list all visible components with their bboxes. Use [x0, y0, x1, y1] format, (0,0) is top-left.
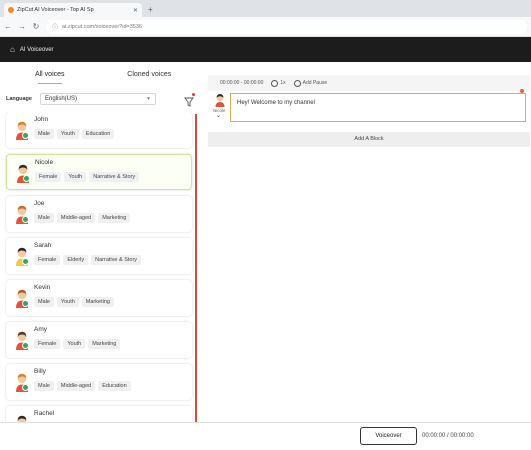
- voice-tag: Male: [34, 297, 54, 307]
- back-icon[interactable]: ←: [4, 22, 12, 31]
- chevron-down-icon[interactable]: ⌄: [216, 112, 221, 119]
- browser-tab[interactable]: ZipCut AI Voiceover - Top AI Sp ✕: [4, 3, 142, 17]
- home-icon[interactable]: ⌂: [10, 45, 15, 54]
- browser-toolbar: ← → ↻ ⓘ ai.zipcut.com/voiceover?id=3536: [0, 17, 531, 37]
- voice-tag: Narrative & Story: [89, 172, 140, 182]
- block-toolbar: 00:00:00 - 00:00:00 1x Add Pause: [208, 75, 530, 91]
- reload-icon[interactable]: ↻: [32, 22, 40, 31]
- voice-tag: Elderly: [63, 255, 89, 265]
- voice-name: Amy: [34, 326, 47, 333]
- browser-tabbar: ZipCut AI Voiceover - Top AI Sp ✕ +: [0, 0, 531, 17]
- voice-tag: Youth: [63, 339, 86, 349]
- voice-tag: Marketing: [81, 297, 114, 307]
- footer-bar: Voiceover 00:00:00 / 00:00:00: [0, 422, 531, 450]
- voice-card[interactable]: Sarah Female Elderly Narrative & Story: [6, 238, 192, 274]
- voice-tag: Narrative & Story: [91, 255, 142, 265]
- voice-tag: Middle-aged: [56, 213, 96, 223]
- voice-panel: All voices Cloned voices Language Englis…: [0, 62, 199, 429]
- filter-badge: [192, 93, 195, 96]
- voice-tags: Male Youth Education: [34, 129, 115, 139]
- voice-tag: Male: [34, 129, 54, 139]
- voice-tag: Education: [81, 129, 115, 139]
- play-icon[interactable]: [22, 342, 29, 349]
- url-text: ai.zipcut.com/voiceover?id=3536: [62, 23, 142, 30]
- voice-tag: Female: [34, 255, 61, 265]
- tab-close-icon[interactable]: ✕: [133, 7, 138, 14]
- add-pause-label: Add Pause: [302, 80, 328, 86]
- voice-tag: Female: [34, 339, 61, 349]
- voice-tag: Marketing: [98, 213, 131, 223]
- voice-list[interactable]: John Male Youth Education Nicole Female Youth N…: [0, 112, 199, 429]
- play-icon[interactable]: [22, 384, 29, 391]
- voice-card[interactable]: Billy Male Middle-aged Education: [6, 364, 192, 400]
- voice-tag: Youth: [56, 297, 79, 307]
- add-block-button[interactable]: Add A Block: [208, 132, 530, 147]
- language-label: Language: [6, 96, 32, 102]
- playback-time: 00:00:00 / 00:00:00: [422, 433, 474, 439]
- voice-name: Kevin: [34, 284, 51, 291]
- voice-tag: Marketing: [88, 339, 121, 349]
- voice-card[interactable]: Amy Female Youth Marketing: [6, 322, 192, 358]
- voice-tag: Male: [34, 213, 54, 223]
- voice-name: John: [34, 116, 49, 123]
- voice-tags: Male Middle-aged Marketing: [34, 213, 131, 223]
- voice-tag: Education: [98, 381, 131, 391]
- voice-tags: Female Elderly Narrative & Story: [34, 255, 142, 265]
- app-title: AI Voiceover: [19, 46, 54, 53]
- voice-card[interactable]: John Male Youth Education: [6, 112, 192, 148]
- voice-tag: Youth: [56, 129, 79, 139]
- voice-name: Rachel: [34, 410, 55, 417]
- block-avatar[interactable]: [214, 93, 226, 107]
- voice-tags: Male Middle-aged Education: [34, 381, 131, 391]
- play-icon[interactable]: [22, 216, 29, 223]
- new-tab-button[interactable]: +: [148, 5, 153, 14]
- script-textarea[interactable]: Hey! Welcome to my channel: [230, 93, 526, 122]
- add-pause-button[interactable]: Add Pause: [293, 79, 328, 87]
- speed-icon: [271, 79, 279, 87]
- tab-title: ZipCut AI Voiceover - Top AI Sp: [17, 7, 94, 13]
- voice-list-scrollbar[interactable]: [195, 114, 197, 429]
- speed-button[interactable]: 1x: [271, 79, 286, 87]
- play-icon[interactable]: [22, 258, 29, 265]
- voice-tag: Middle-aged: [56, 381, 96, 391]
- voice-tag: Male: [34, 381, 54, 391]
- voice-card[interactable]: Nicole Female Youth Narrative & Story: [6, 154, 192, 190]
- chevron-down-icon: ▼: [146, 96, 151, 102]
- play-icon[interactable]: [23, 175, 30, 182]
- block-timestamp: 00:00:00 - 00:00:00: [220, 80, 264, 86]
- language-value: English(US): [44, 96, 77, 102]
- voice-name: Joe: [34, 200, 45, 207]
- favicon-icon: [8, 7, 14, 13]
- speed-label: 1x: [280, 80, 286, 86]
- voice-name: Sarah: [34, 242, 52, 249]
- forward-icon[interactable]: →: [18, 22, 26, 31]
- play-icon[interactable]: [22, 300, 29, 307]
- app-header: ⌂ AI Voiceover: [0, 37, 531, 62]
- voice-card[interactable]: Joe Male Middle-aged Marketing: [6, 196, 192, 232]
- address-bar[interactable]: ⓘ ai.zipcut.com/voiceover?id=3536: [46, 19, 527, 34]
- filter-icon[interactable]: [184, 93, 195, 107]
- voice-tags: Female Youth Narrative & Story: [35, 172, 140, 182]
- lock-icon: ⓘ: [52, 25, 59, 31]
- language-select[interactable]: English(US) ▼: [39, 93, 156, 105]
- play-icon[interactable]: [22, 132, 29, 139]
- voice-tags: Male Youth Marketing: [34, 297, 114, 307]
- voice-tags: Female Youth Marketing: [34, 339, 121, 349]
- voiceover-button[interactable]: Voiceover: [360, 427, 417, 445]
- voice-tabs: All voices Cloned voices: [0, 68, 199, 84]
- tab-all-voices[interactable]: All voices: [0, 68, 100, 84]
- voice-name: Billy: [34, 368, 46, 375]
- language-row: Language English(US) ▼: [6, 92, 195, 107]
- voice-tag: Youth: [64, 172, 87, 182]
- voice-name: Nicole: [35, 159, 54, 166]
- voice-card[interactable]: Kevin Male Youth Marketing: [6, 280, 192, 316]
- tab-cloned-voices[interactable]: Cloned voices: [100, 68, 200, 84]
- voice-tag: Female: [35, 172, 62, 182]
- pause-icon: [293, 79, 301, 87]
